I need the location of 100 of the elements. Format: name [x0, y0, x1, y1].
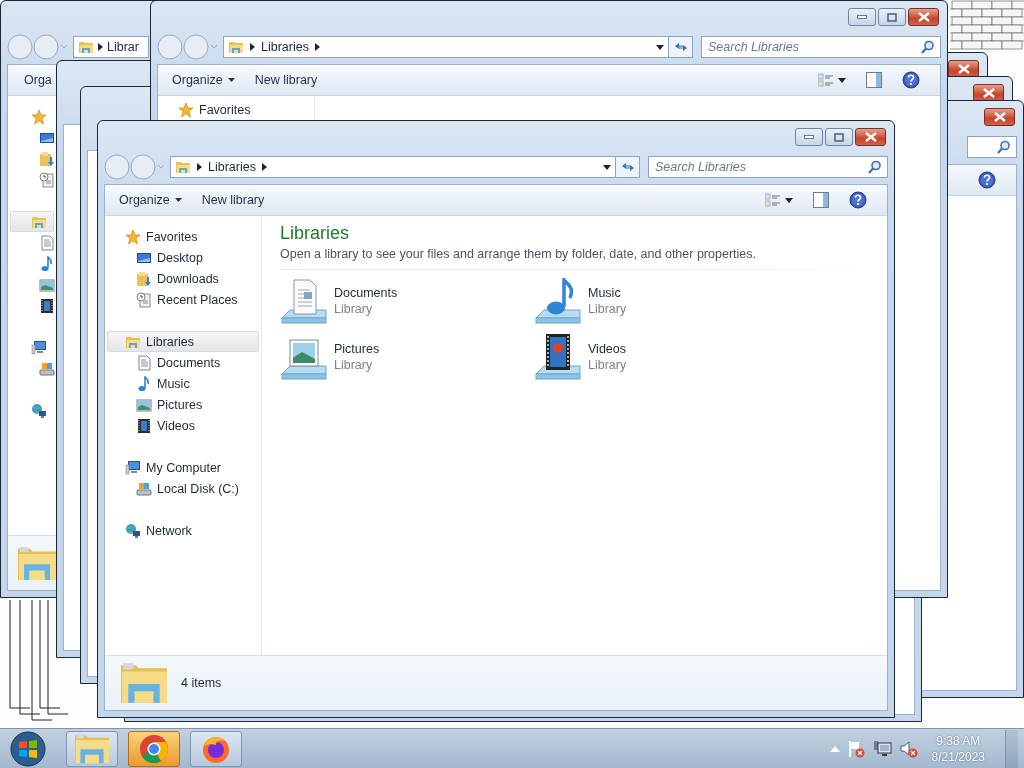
search-field[interactable] — [967, 136, 1017, 158]
close-icon[interactable] — [957, 64, 970, 74]
taskbar-app-button[interactable] — [190, 730, 242, 767]
video-library-icon — [534, 334, 582, 382]
nav-item[interactable]: Local Disk (C:) — [107, 478, 259, 499]
maximize-button[interactable] — [878, 8, 906, 26]
maximize-icon[interactable] — [834, 132, 844, 142]
toolbar-button[interactable]: Organize — [164, 69, 243, 91]
chrome-icon — [139, 733, 169, 764]
preview-pane-icon[interactable] — [866, 72, 882, 88]
help-icon[interactable] — [902, 71, 920, 89]
taskbar-app-button[interactable] — [128, 730, 180, 767]
film-icon — [39, 297, 55, 314]
breadcrumb-arrow-icon[interactable] — [197, 163, 202, 171]
breadcrumb-segment[interactable]: Libraries — [261, 40, 309, 54]
caret-icon[interactable] — [227, 78, 235, 82]
caret-icon[interactable] — [174, 198, 182, 202]
refresh-button[interactable] — [616, 156, 640, 178]
maximize-icon[interactable] — [887, 12, 897, 22]
music-note-icon — [39, 255, 55, 272]
breadcrumb-segment[interactable]: Libraries — [208, 160, 256, 174]
document-icon — [39, 234, 55, 251]
refresh-button[interactable] — [669, 36, 693, 58]
star-icon — [178, 101, 194, 118]
flag-warning-icon[interactable] — [847, 739, 866, 758]
star-icon — [125, 228, 141, 245]
nav-item[interactable]: My Computer — [107, 457, 259, 478]
refresh-icon[interactable] — [620, 161, 635, 173]
nav-item[interactable]: Music — [107, 373, 259, 394]
library-name[interactable]: Documents — [334, 286, 398, 300]
toolbar-button[interactable]: Orga — [14, 69, 52, 91]
picture-icon — [136, 396, 152, 413]
download-folder-icon — [136, 270, 152, 287]
drive-icon — [39, 360, 55, 377]
search-field[interactable]: Search Libraries — [648, 156, 888, 178]
caret-icon[interactable] — [838, 77, 846, 83]
toolbar-button[interactable]: New library — [193, 189, 273, 211]
page-heading: Libraries — [280, 223, 351, 244]
help-icon[interactable] — [978, 171, 996, 189]
close-button[interactable] — [984, 108, 1015, 126]
start-button[interactable] — [8, 729, 48, 768]
item-count: 4 items — [181, 676, 222, 690]
breadcrumb-arrow-icon[interactable] — [314, 43, 320, 51]
taskbar-app-button[interactable] — [66, 730, 118, 767]
computer-icon — [31, 339, 47, 356]
document-library-icon — [280, 278, 328, 326]
close-button[interactable] — [855, 128, 886, 146]
minimize-icon[interactable] — [857, 15, 867, 19]
address-bar[interactable]: Libraries — [223, 36, 669, 58]
toolbar-button[interactable]: Organize — [111, 189, 190, 211]
picture-icon — [39, 276, 55, 293]
close-icon[interactable] — [864, 132, 877, 142]
dropdown-arrow-icon[interactable] — [656, 44, 664, 50]
music-library-icon — [534, 278, 582, 326]
dropdown-arrow-icon[interactable] — [603, 164, 611, 170]
music-note-icon — [136, 375, 152, 392]
library-folder-icon — [121, 662, 167, 704]
library-folder-icon — [228, 39, 244, 55]
refresh-icon[interactable] — [673, 41, 688, 53]
nav-item[interactable]: Favorites — [107, 226, 259, 247]
search-field[interactable]: Search Libraries — [701, 36, 941, 58]
breadcrumb-arrow-icon[interactable] — [98, 43, 103, 51]
library-name[interactable]: Music — [588, 286, 627, 300]
breadcrumb-segment[interactable]: Librar — [107, 40, 139, 54]
nav-item[interactable]: Network — [107, 520, 259, 541]
minimize-icon[interactable] — [804, 135, 814, 139]
nav-item[interactable]: Downloads — [107, 268, 259, 289]
close-button[interactable] — [908, 8, 939, 26]
search-icon[interactable] — [868, 160, 882, 174]
library-folder-icon — [18, 545, 56, 581]
search-icon[interactable] — [921, 40, 935, 54]
address-bar[interactable]: Libraries — [170, 156, 616, 178]
volume-muted-icon[interactable] — [899, 739, 918, 758]
breadcrumb-arrow-icon[interactable] — [250, 43, 255, 51]
library-name[interactable]: Pictures — [334, 342, 380, 356]
network-icon — [31, 402, 47, 419]
library-type: Library — [334, 358, 374, 372]
nav-item[interactable]: Documents — [107, 352, 259, 373]
help-icon[interactable] — [849, 191, 867, 209]
recent-places-icon — [39, 171, 55, 188]
toolbar-button[interactable]: New library — [246, 69, 326, 91]
search-icon[interactable] — [997, 140, 1011, 154]
address-bar[interactable]: Librar — [73, 36, 149, 58]
close-icon[interactable] — [982, 88, 995, 98]
close-icon[interactable] — [917, 12, 930, 22]
close-icon[interactable] — [993, 112, 1006, 122]
network-icon[interactable] — [873, 739, 892, 758]
library-type: Library — [588, 358, 627, 372]
nav-item[interactable]: Recent Places — [107, 289, 259, 310]
minimize-button[interactable] — [848, 8, 876, 26]
nav-item[interactable]: Favorites — [160, 99, 312, 120]
nav-item[interactable]: Pictures — [107, 394, 259, 415]
minimize-button[interactable] — [795, 128, 823, 146]
breadcrumb-arrow-icon[interactable] — [261, 163, 267, 171]
library-name[interactable]: Videos — [588, 342, 627, 356]
nav-item[interactable]: Desktop — [107, 247, 259, 268]
nav-item[interactable]: Videos — [107, 415, 259, 436]
preview-pane-icon[interactable] — [813, 192, 829, 208]
maximize-button[interactable] — [825, 128, 853, 146]
nav-item[interactable]: Libraries — [107, 331, 259, 352]
